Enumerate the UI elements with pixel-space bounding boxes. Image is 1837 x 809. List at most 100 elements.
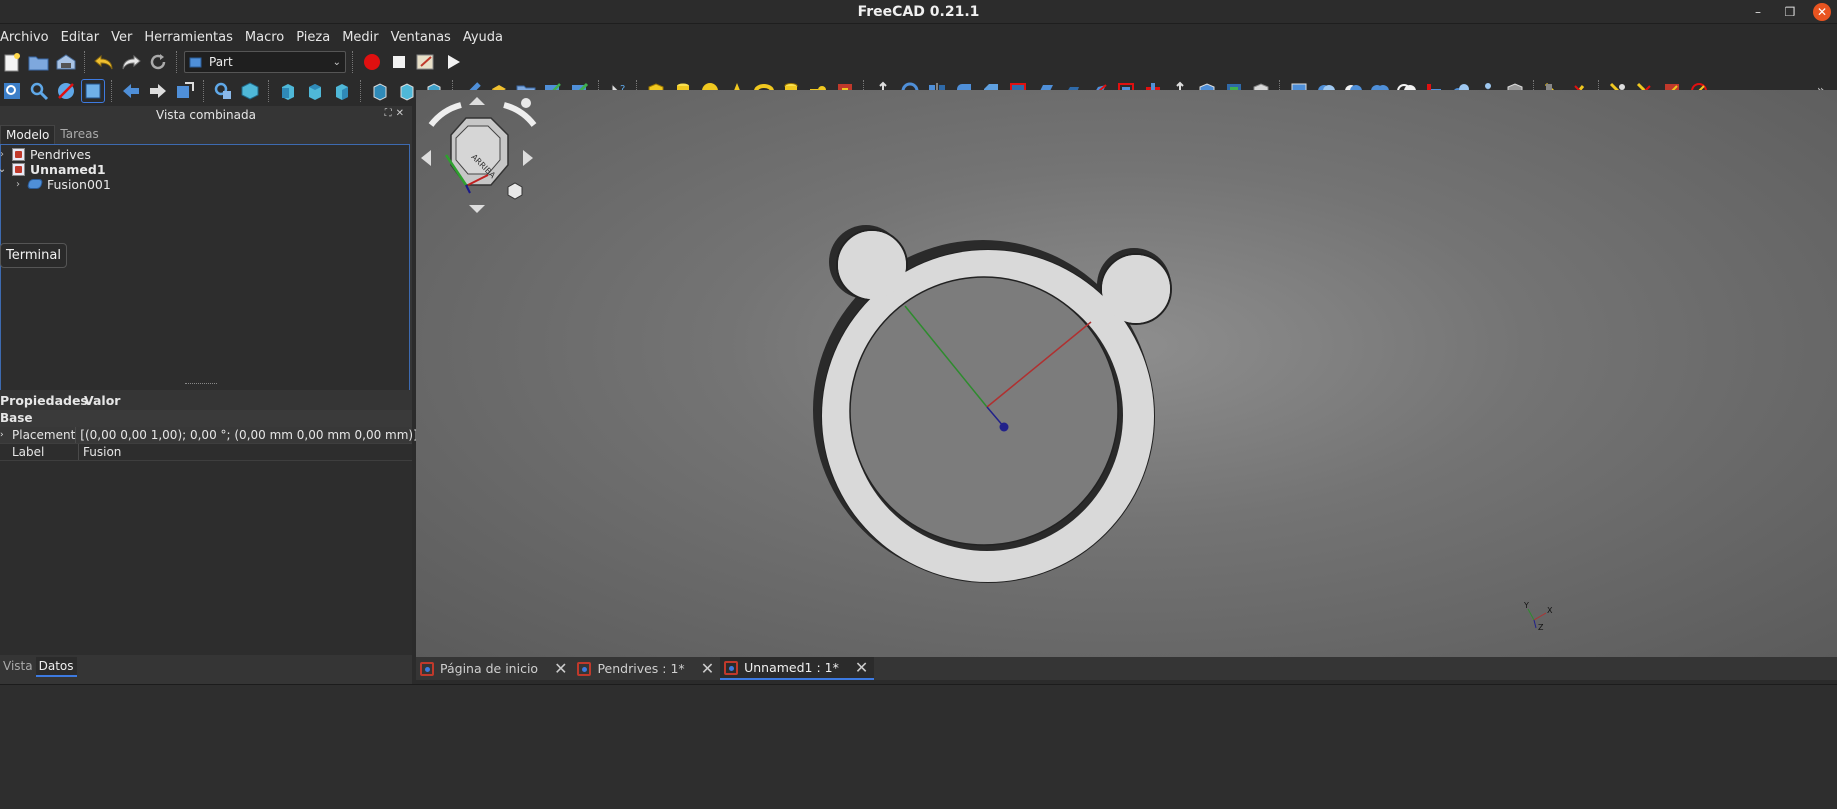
property-value[interactable]: Fusion: [79, 444, 121, 460]
menu-ventanas[interactable]: Ventanas: [391, 30, 458, 45]
nav-down-arrow-icon[interactable]: [469, 205, 485, 213]
record-macro-icon[interactable]: [360, 50, 384, 74]
freecad-doc-icon: [420, 661, 434, 676]
document-icon: [12, 162, 25, 176]
toolbar-separator: [203, 80, 205, 102]
tree-item-unnamed1[interactable]: ⌄ Unnamed1: [0, 161, 106, 177]
refresh-icon[interactable]: [146, 50, 170, 74]
close-window-icon[interactable]: ✕: [1813, 3, 1831, 21]
menu-medir[interactable]: Medir: [342, 30, 385, 45]
tab-tareas[interactable]: Tareas: [55, 125, 103, 145]
close-panel-icon[interactable]: ✕: [396, 108, 408, 119]
dock-buttons: ⛶✕: [385, 108, 408, 119]
view-menu-cube-icon[interactable]: [507, 182, 523, 200]
stop-macro-icon[interactable]: [387, 50, 411, 74]
front-view-icon[interactable]: [276, 79, 300, 103]
menu-archivo[interactable]: Archivo: [0, 30, 56, 45]
axis-cross: Y X Z: [1523, 601, 1553, 632]
tab-unnamed1[interactable]: Unnamed1 : 1* ✕: [720, 657, 875, 680]
scene-canvas[interactable]: ARRIBA Y X Z: [416, 90, 1837, 657]
expand-icon[interactable]: ›: [0, 149, 7, 160]
value-column-header[interactable]: Valor: [80, 393, 120, 408]
tab-pagina-de-inicio[interactable]: Página de inicio ✕: [416, 657, 573, 680]
bounding-box-icon[interactable]: [81, 79, 105, 103]
workbench-selector[interactable]: Part ⌄: [184, 51, 346, 73]
property-row-label[interactable]: Label Fusion: [0, 444, 412, 461]
save-icon[interactable]: [54, 50, 78, 74]
forward-arrow-icon[interactable]: [146, 79, 170, 103]
tree-item-label: Unnamed1: [30, 161, 106, 177]
fit-all-icon[interactable]: [0, 79, 24, 103]
property-header: Propiedades Valor: [0, 390, 412, 410]
part-fusion-model[interactable]: [813, 225, 1172, 583]
chevron-down-icon: ⌄: [332, 56, 341, 68]
tree-item-label: Pendrives: [30, 146, 91, 162]
nav-up-arrow-icon[interactable]: [469, 97, 485, 105]
property-group-base[interactable]: Base: [0, 410, 412, 427]
doc-tab-label: Pendrives : 1*: [597, 661, 685, 676]
tree-item-fusion001[interactable]: › Fusion001: [13, 176, 111, 192]
nav-menu-icon[interactable]: [521, 98, 531, 108]
minimize-icon[interactable]: –: [1749, 3, 1767, 21]
property-row-placement[interactable]: › Placement [(0,00 0,00 1,00); 0,00 °; (0…: [0, 427, 418, 444]
back-arrow-icon[interactable]: [119, 79, 143, 103]
property-key: Label: [0, 444, 79, 460]
axis-x-label: X: [1547, 606, 1553, 615]
draw-style-icon[interactable]: [54, 79, 78, 103]
property-value[interactable]: [(0,00 0,00 1,00); 0,00 °; (0,00 mm 0,00…: [76, 427, 418, 443]
property-editor: Propiedades Valor Base › Placement [(0,00…: [0, 390, 418, 655]
expand-icon[interactable]: ›: [0, 427, 4, 444]
right-view-icon[interactable]: [330, 79, 354, 103]
toolbar-separator: [176, 51, 178, 73]
menu-bar: Archivo Editar Ver Herramientas Macro Pi…: [0, 26, 515, 48]
menu-editar[interactable]: Editar: [61, 30, 107, 45]
rotate-right-icon[interactable]: [503, 102, 537, 127]
close-tab-icon[interactable]: ✕: [701, 659, 714, 678]
nav-right-arrow-icon[interactable]: [523, 150, 533, 166]
property-column-header[interactable]: Propiedades: [0, 393, 88, 408]
float-panel-icon[interactable]: ⛶: [385, 108, 396, 119]
top-view-icon[interactable]: [303, 79, 327, 103]
menu-macro[interactable]: Macro: [245, 30, 291, 45]
window-controls: – ❒ ✕: [1749, 0, 1837, 24]
redo-icon[interactable]: [119, 50, 143, 74]
navigation-cube[interactable]: ARRIBA: [421, 97, 537, 213]
3d-viewport[interactable]: ARRIBA Y X Z: [416, 90, 1837, 657]
tab-datos[interactable]: Datos: [35, 657, 77, 677]
nav-left-arrow-icon[interactable]: [421, 150, 431, 166]
undo-icon[interactable]: [92, 50, 116, 74]
toolbar-separator: [360, 80, 362, 102]
toolbar-separator: [268, 80, 270, 102]
edit-macro-icon[interactable]: [414, 50, 438, 74]
expand-icon[interactable]: ›: [13, 179, 23, 190]
collapse-icon[interactable]: ⌄: [0, 164, 7, 175]
sync-view-icon[interactable]: [173, 79, 197, 103]
isometric-view-icon[interactable]: [238, 79, 262, 103]
menu-ver[interactable]: Ver: [111, 30, 139, 45]
tree-item-pendrives[interactable]: › Pendrives: [0, 146, 91, 162]
menu-ayuda[interactable]: Ayuda: [463, 30, 510, 45]
axis-z-label: Z: [1538, 623, 1544, 632]
maximize-icon[interactable]: ❒: [1781, 3, 1799, 21]
panel-splitter[interactable]: [185, 383, 217, 386]
run-macro-icon[interactable]: [441, 50, 465, 74]
tab-pendrives[interactable]: Pendrives : 1* ✕: [573, 657, 720, 680]
tab-modelo[interactable]: Modelo: [0, 125, 56, 145]
tab-vista[interactable]: Vista: [0, 657, 36, 677]
open-folder-icon[interactable]: [27, 50, 51, 74]
fit-selection-icon[interactable]: [27, 79, 51, 103]
terminal-tooltip: Terminal: [0, 243, 67, 268]
property-key: › Placement: [0, 427, 77, 444]
rear-view-icon[interactable]: [368, 79, 392, 103]
document-icon: [12, 147, 25, 161]
menu-pieza[interactable]: Pieza: [296, 30, 337, 45]
toolbar-separator: [111, 80, 113, 102]
status-bar: [0, 684, 1837, 809]
rotate-left-icon[interactable]: [428, 102, 462, 127]
new-document-icon[interactable]: [0, 50, 24, 74]
close-tab-icon[interactable]: ✕: [855, 658, 868, 677]
close-tab-icon[interactable]: ✕: [554, 659, 567, 678]
main-toolbar: Part ⌄: [0, 48, 465, 76]
std-views-icon[interactable]: [211, 79, 235, 103]
menu-herramientas[interactable]: Herramientas: [144, 30, 240, 45]
